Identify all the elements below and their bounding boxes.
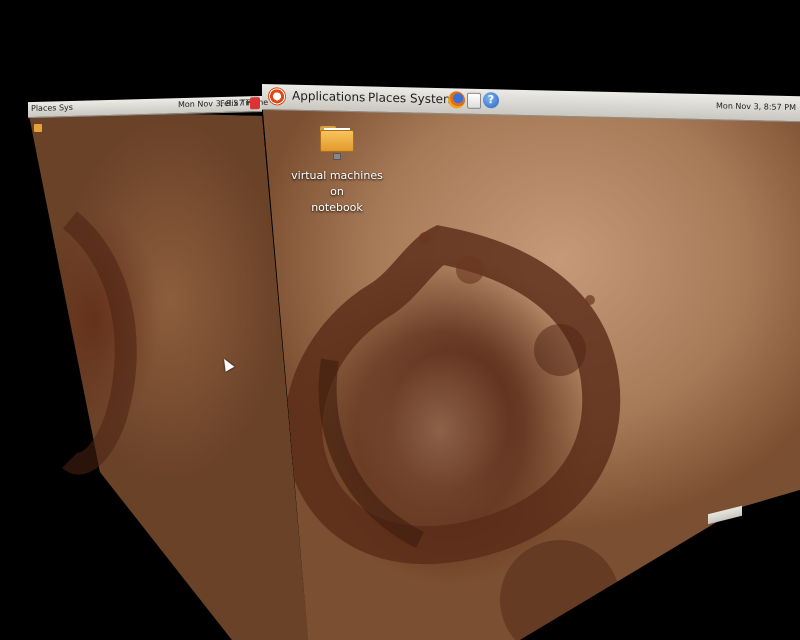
desktop-icon-label-line1: virtual machines on — [291, 169, 383, 198]
panel-clock[interactable]: Mon Nov 3, 8:57 PM — [716, 101, 796, 112]
left-panel-menus[interactable]: Places Sys — [31, 103, 73, 113]
power-icon[interactable] — [250, 97, 260, 110]
folder-body — [320, 130, 354, 152]
ubuntu-logo-icon[interactable] — [268, 87, 286, 106]
folder-icon[interactable] — [320, 126, 354, 160]
firefox-icon[interactable] — [448, 91, 465, 109]
desktop-icon-label-line2: notebook — [311, 201, 363, 214]
mail-icon[interactable] — [467, 92, 481, 109]
left-panel-user[interactable]: Felix Timme — [220, 98, 268, 108]
help-icon[interactable]: ? — [483, 92, 499, 109]
applications-menu[interactable]: Applications — [292, 89, 365, 105]
network-icon — [333, 153, 341, 160]
desktop-icon-label[interactable]: virtual machines on notebook — [284, 168, 390, 216]
places-menu[interactable]: Places — [368, 90, 406, 105]
left-face-folder-icon[interactable] — [34, 124, 42, 132]
cube-desktop-scene: Applications Places System ? Mon Nov 3, … — [0, 0, 800, 640]
